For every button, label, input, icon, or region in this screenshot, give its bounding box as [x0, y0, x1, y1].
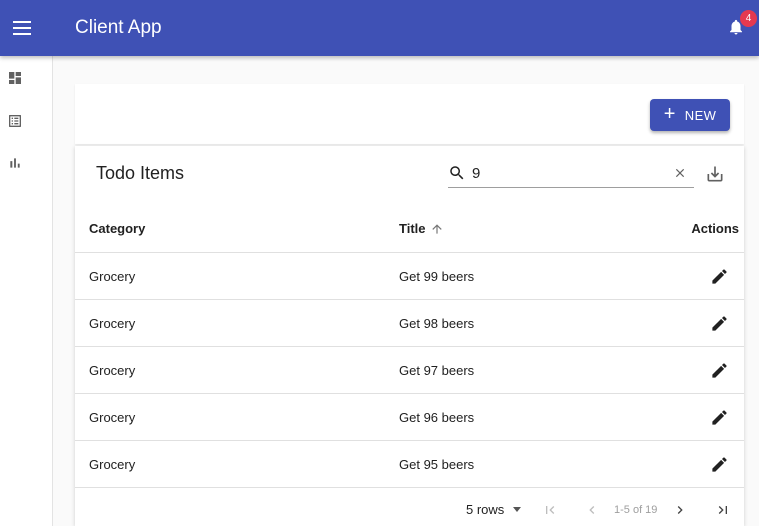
edit-button[interactable]: [708, 265, 730, 287]
edit-button[interactable]: [708, 312, 730, 334]
cell-title: Get 98 beers: [399, 316, 475, 331]
edit-icon: [711, 456, 727, 472]
toolbar-panel: + NEW: [75, 84, 744, 144]
sidebar-item-dashboard[interactable]: [0, 63, 30, 93]
cell-title: Get 99 beers: [399, 269, 475, 284]
bar-chart-icon: [10, 158, 20, 168]
pagination: 5 rows 1-5 of 19: [75, 488, 744, 526]
app-title: Client App: [75, 17, 162, 38]
table-row: Grocery Get 95 beers: [75, 441, 744, 488]
edit-icon: [711, 268, 727, 284]
list-icon: [9, 115, 21, 127]
table-row: Grocery Get 96 beers: [75, 394, 744, 441]
edit-icon: [711, 315, 727, 331]
cell-title: Get 97 beers: [399, 363, 475, 378]
first-page-icon: [546, 506, 555, 514]
next-page-button[interactable]: [671, 501, 689, 519]
arrow-up-icon: [431, 223, 442, 234]
todo-table: Todo Items Category Title Actions Grocer…: [75, 146, 744, 526]
last-page-icon: [718, 506, 727, 514]
menu-icon: [13, 21, 31, 35]
menu-button[interactable]: [0, 6, 44, 50]
search-box: [448, 158, 694, 188]
edit-button[interactable]: [708, 359, 730, 381]
last-page-button[interactable]: [714, 501, 732, 519]
cell-title: Get 96 beers: [399, 410, 475, 425]
previous-page-button[interactable]: [583, 501, 601, 519]
cell-category: Grocery: [89, 316, 136, 331]
clear-search-button[interactable]: [670, 163, 690, 183]
new-button-label: NEW: [684, 107, 717, 123]
notification-badge: 4: [740, 10, 757, 27]
table-row: Grocery Get 99 beers: [75, 253, 744, 300]
edit-icon: [711, 409, 727, 425]
sidebar: [0, 56, 53, 526]
table-row: Grocery Get 97 beers: [75, 347, 744, 394]
rows-per-page-value: 5 rows: [466, 502, 505, 517]
sidebar-item-charts[interactable]: [0, 148, 30, 178]
download-icon: [707, 166, 723, 182]
download-button[interactable]: [703, 162, 727, 186]
plus-icon: +: [663, 103, 676, 125]
first-page-button[interactable]: [541, 501, 559, 519]
cell-category: Grocery: [89, 363, 136, 378]
edit-icon: [711, 362, 727, 378]
rows-per-page-select[interactable]: 5 rows: [466, 502, 522, 517]
sidebar-item-list[interactable]: [0, 106, 30, 136]
search-icon: [450, 166, 464, 180]
dashboard-icon: [9, 72, 21, 84]
app-bar: Client App 4: [0, 0, 759, 56]
column-header-title-label: Title: [399, 221, 426, 236]
cell-category: Grocery: [89, 457, 136, 472]
cell-title: Get 95 beers: [399, 457, 475, 472]
chevron-left-icon: [589, 506, 595, 514]
new-button[interactable]: + NEW: [650, 99, 730, 131]
chevron-right-icon: [677, 506, 683, 514]
column-header-actions: Actions: [691, 221, 739, 236]
table-header: Category Title Actions: [75, 206, 744, 253]
table-title: Todo Items: [96, 163, 185, 183]
column-header-category[interactable]: Category: [89, 221, 145, 236]
edit-button[interactable]: [708, 406, 730, 428]
search-input[interactable]: [472, 162, 662, 184]
dropdown-arrow-icon: [513, 507, 522, 512]
close-icon: [675, 168, 685, 178]
column-header-title[interactable]: Title: [399, 221, 444, 236]
cell-category: Grocery: [89, 410, 136, 425]
table-row: Grocery Get 98 beers: [75, 300, 744, 347]
cell-category: Grocery: [89, 269, 136, 284]
page-info: 1-5 of 19: [614, 504, 658, 516]
edit-button[interactable]: [708, 453, 730, 475]
